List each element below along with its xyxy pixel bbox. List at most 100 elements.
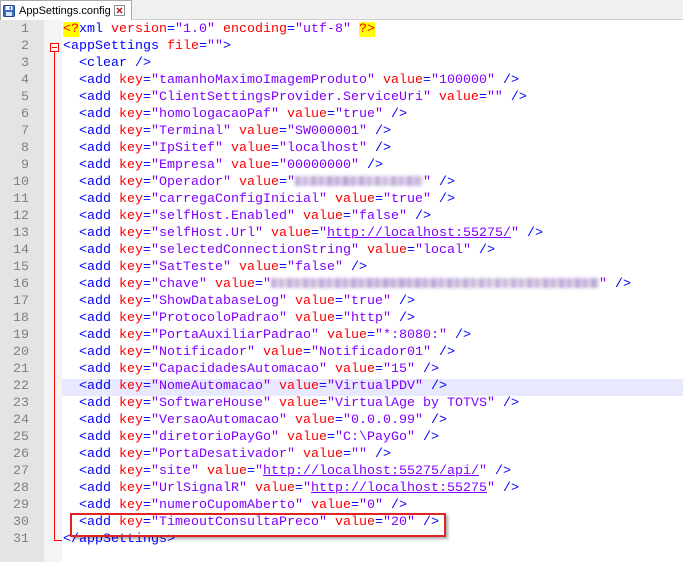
line-number: 19	[13, 328, 29, 343]
xml-attribute-value: "selectedConnectionString"	[151, 243, 359, 258]
code-line[interactable]: <add key="homologacaoPaf" value="true" /…	[62, 107, 683, 124]
xml-attribute-name: key	[111, 209, 143, 224]
xml-attribute-value: "true"	[342, 294, 391, 309]
code-line[interactable]: <add key="Operador" value=" " />	[62, 175, 683, 192]
code-line[interactable]: <add key="ClientSettingsProvider.Service…	[62, 90, 683, 107]
code-line[interactable]: <add key="Notificador" value="Notificado…	[62, 345, 683, 362]
xml-attribute-name: version	[103, 22, 167, 37]
xml-equals-sign: =	[286, 22, 295, 37]
xml-tag: />	[414, 515, 439, 530]
xml-attribute-name: key	[111, 73, 143, 88]
xml-tag: />	[414, 362, 439, 377]
xml-attribute-name: key	[111, 447, 143, 462]
code-line[interactable]: <add key="tamanhoMaximoImagemProduto" va…	[62, 73, 683, 90]
xml-tag: />	[422, 379, 447, 394]
code-line[interactable]: <add key="CapacidadesAutomacao" value="1…	[62, 362, 683, 379]
xml-equals-sign: =	[278, 260, 287, 275]
xml-attribute-name: key	[111, 413, 143, 428]
current-code-line[interactable]: <add key="NomeAutomacao" value="VirtualP…	[62, 379, 683, 396]
code-editor[interactable]: 1 2 3 4 5 6 7 8 9 10 11 12 13 14 15 16 17 18 19 20 21 22 23 24 2…	[0, 20, 683, 562]
xml-attribute-value: "ShowDatabaseLog"	[151, 294, 287, 309]
line-number: 10	[13, 175, 29, 190]
xml-equals-sign: =	[167, 22, 175, 37]
xml-equals-sign: =	[143, 124, 151, 139]
line-number: 6	[21, 107, 29, 122]
line-number: 25	[13, 430, 29, 445]
fold-collapse-icon[interactable]	[50, 43, 59, 52]
url-link[interactable]: http://localhost:55275/	[327, 226, 511, 241]
xml-declaration-delimiter: <?	[63, 22, 79, 37]
xml-attribute-name: key	[111, 141, 143, 156]
xml-tag: />	[422, 413, 447, 428]
code-line[interactable]: <?xml version="1.0" encoding="utf-8" ?>	[62, 22, 683, 39]
xml-attribute-name: value	[262, 226, 311, 241]
code-line[interactable]: <add key="IpSitef" value="localhost" />	[62, 141, 683, 158]
xml-attribute-value: "carregaConfigInicial"	[151, 192, 327, 207]
xml-equals-sign: =	[143, 515, 151, 530]
code-line[interactable]: <add key="SoftwareHouse" value="VirtualA…	[62, 396, 683, 413]
xml-tag: <add	[63, 158, 111, 173]
code-line[interactable]: <add key="ShowDatabaseLog" value="true" …	[62, 294, 683, 311]
line-number: 7	[21, 124, 29, 139]
xml-attribute-name: key	[111, 107, 143, 122]
code-line[interactable]: <add key="site" value="http://localhost:…	[62, 464, 683, 481]
xml-attribute-value: "UrlSignalR"	[151, 481, 247, 496]
code-line[interactable]: <add key="selfHost.Enabled" value="false…	[62, 209, 683, 226]
xml-attribute-name: value	[302, 498, 351, 513]
xml-equals-sign: =	[143, 498, 151, 513]
tab-appsettings-config[interactable]: AppSettings.config	[0, 0, 132, 20]
xml-equals-sign: =	[143, 107, 151, 122]
xml-tag: <clear />	[63, 56, 151, 71]
xml-attribute-value: "15"	[382, 362, 415, 377]
xml-attribute-name: key	[111, 175, 143, 190]
code-line[interactable]: <add key="TimeoutConsultaPreco" value="2…	[62, 515, 683, 532]
xml-tag: <add	[63, 277, 111, 292]
xml-tag: />	[382, 107, 407, 122]
code-line[interactable]: <add key="diretorioPayGo" value="C:\PayG…	[62, 430, 683, 447]
xml-attribute-name: value	[326, 192, 375, 207]
code-line[interactable]: <add key="selectedConnectionString" valu…	[62, 243, 683, 260]
line-number: 20	[13, 345, 29, 360]
text-area[interactable]: <?xml version="1.0" encoding="utf-8" ?> <…	[62, 20, 683, 562]
line-number: 3	[21, 56, 29, 71]
tab-bar: AppSettings.config	[0, 0, 683, 20]
code-line[interactable]: <add key="chave" value=" " />	[62, 277, 683, 294]
code-line[interactable]: <appSettings file="">	[62, 39, 683, 56]
xml-equals-sign: =	[143, 260, 151, 275]
code-line[interactable]: <add key="SatTeste" value="false" />	[62, 260, 683, 277]
xml-tag: />	[382, 498, 407, 513]
line-number: 1	[21, 22, 29, 37]
code-line[interactable]: <add key="carregaConfigInicial" value="t…	[62, 192, 683, 209]
code-line[interactable]: <add key="Empresa" value="00000000" />	[62, 158, 683, 175]
code-line[interactable]: <add key="numeroCupomAberto" value="0" /…	[62, 498, 683, 515]
xml-tag: />	[494, 73, 519, 88]
url-link[interactable]: http://localhost:55275/api/	[263, 464, 479, 479]
xml-attribute-name: key	[111, 260, 143, 275]
xml-attribute-value: "Terminal"	[151, 124, 231, 139]
xml-equals-sign: =	[143, 311, 151, 326]
xml-tag: <add	[63, 362, 111, 377]
code-line[interactable]: <add key="PortaDesativador" value="" />	[62, 447, 683, 464]
xml-attribute-value: "false"	[286, 260, 343, 275]
code-line[interactable]: <add key="ProtocoloPadrao" value="http" …	[62, 311, 683, 328]
code-line[interactable]: <add key="selfHost.Url" value="http://lo…	[62, 226, 683, 243]
redacted-value	[294, 176, 423, 187]
line-number: 29	[13, 498, 29, 513]
close-icon[interactable]	[114, 5, 125, 16]
xml-equals-sign: =	[143, 464, 151, 479]
xml-tag: <add	[63, 379, 111, 394]
code-line[interactable]: <add key="PortaAuxiliarPadrao" value="*:…	[62, 328, 683, 345]
code-line[interactable]: </appSettings>	[62, 532, 683, 549]
xml-equals-sign: =	[374, 192, 383, 207]
xml-attribute-value: "utf-8"	[294, 22, 359, 37]
xml-attribute-name: key	[111, 464, 143, 479]
xml-equals-sign: =	[334, 413, 343, 428]
code-line[interactable]: <add key="VersaoAutomacao" value="0.0.0.…	[62, 413, 683, 430]
code-line[interactable]: <add key="Terminal" value="SW000001" />	[62, 124, 683, 141]
xml-attribute-value: ""	[350, 447, 367, 462]
line-number: 8	[21, 141, 29, 156]
line-number: 12	[13, 209, 29, 224]
code-line[interactable]: <clear />	[62, 56, 683, 73]
code-line[interactable]: <add key="UrlSignalR" value="http://loca…	[62, 481, 683, 498]
url-link[interactable]: http://localhost:55275	[311, 481, 487, 496]
